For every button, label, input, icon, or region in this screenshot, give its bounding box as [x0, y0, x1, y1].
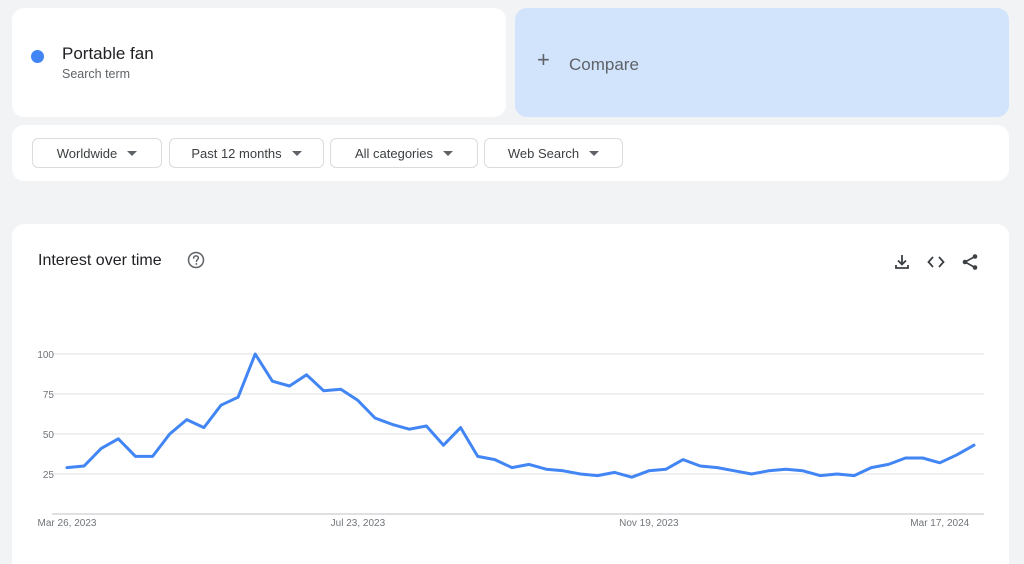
dropdown-arrow-icon	[443, 151, 453, 156]
x-tick-label: Nov 19, 2023	[619, 518, 679, 529]
filter-region-dropdown[interactable]: Worldwide	[32, 138, 162, 168]
interest-over-time-card: Interest over time 255075100Mar 26, 2023…	[12, 224, 1009, 564]
search-term-card[interactable]: Portable fan Search term	[12, 8, 506, 117]
filter-property-label: Web Search	[508, 146, 579, 161]
y-tick-label: 75	[43, 390, 55, 401]
filter-region-label: Worldwide	[57, 146, 117, 161]
line-chart: 25 50 75 100 Mar 26, 2023 Jul 23, 2023 Nov 19,…	[12, 224, 1009, 559]
dropdown-arrow-icon	[589, 151, 599, 156]
filter-time-dropdown[interactable]: Past 12 months	[169, 138, 324, 168]
series-line	[67, 354, 974, 477]
filter-property-dropdown[interactable]: Web Search	[484, 138, 623, 168]
y-tick-label: 25	[43, 470, 55, 481]
compare-label: Compare	[569, 55, 639, 75]
dropdown-arrow-icon	[292, 151, 302, 156]
y-tick-label: 50	[43, 430, 55, 441]
x-tick-label: Mar 17, 2024	[910, 518, 969, 529]
plus-icon: +	[537, 50, 550, 70]
filter-category-dropdown[interactable]: All categories	[330, 138, 478, 168]
filter-time-label: Past 12 months	[191, 146, 281, 161]
filter-category-label: All categories	[355, 146, 433, 161]
compare-button[interactable]: + Compare	[515, 8, 1009, 117]
search-term-name[interactable]: Portable fan	[62, 44, 154, 64]
series-color-dot	[31, 50, 44, 63]
dropdown-arrow-icon	[127, 151, 137, 156]
x-tick-label: Mar 26, 2023	[38, 518, 97, 529]
filter-bar: Worldwide Past 12 months All categories …	[12, 125, 1009, 181]
x-tick-label: Jul 23, 2023	[331, 518, 386, 529]
y-tick-label: 100	[37, 350, 54, 361]
search-term-subtitle: Search term	[62, 67, 130, 81]
